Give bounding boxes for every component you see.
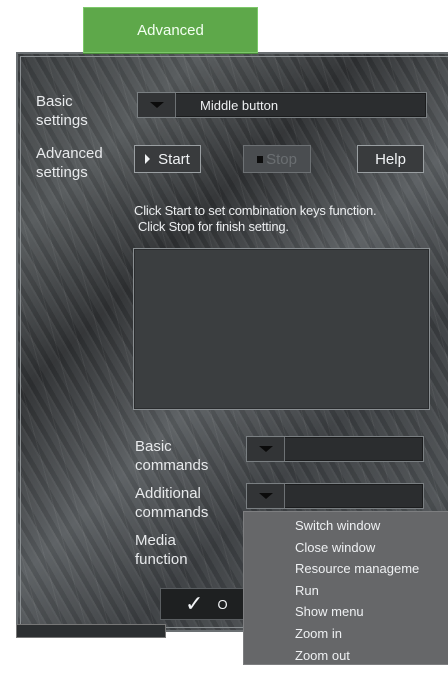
checkmark-icon: ✓ [185, 591, 204, 616]
menu-item-switch-window[interactable]: Switch window [244, 515, 448, 537]
stop-button[interactable]: Stop [243, 145, 311, 173]
chevron-down-icon [258, 446, 273, 452]
instructions-line-1: Click Start to set combination keys func… [134, 203, 377, 218]
additional-commands-dropdown[interactable] [246, 483, 424, 509]
play-icon [145, 154, 151, 164]
additional-commands-label: Additional commands [135, 485, 209, 521]
instructions-text: Click Start to set combination keys func… [134, 203, 444, 235]
menu-item-zoom-in[interactable]: Zoom in [244, 623, 448, 645]
settings-window: Advanced Basic settings Middle button Ad… [0, 0, 448, 673]
stop-icon [257, 155, 264, 163]
menu-item-show-menu[interactable]: Show menu [244, 601, 448, 623]
basic-commands-dropdown[interactable] [246, 436, 424, 462]
menu-item-close-window[interactable]: Close window [244, 537, 448, 559]
basic-settings-label: Basic settings [36, 93, 88, 129]
basic-commands-label: Basic commands [135, 438, 209, 474]
chevron-down-icon [258, 493, 273, 499]
start-button-label: Start [158, 150, 190, 168]
start-button[interactable]: Start [134, 145, 201, 173]
media-function-label: Media function [135, 532, 188, 568]
ok-button[interactable]: ✓ O [160, 588, 250, 620]
basic-settings-dropdown[interactable]: Middle button [137, 92, 427, 118]
tab-advanced[interactable]: Advanced [83, 7, 258, 53]
chevron-down-icon [149, 102, 164, 108]
menu-item-run[interactable]: Run [244, 580, 448, 602]
stop-button-label: Stop [266, 150, 297, 168]
menu-item-resource-management[interactable]: Resource manageme [244, 558, 448, 580]
advanced-settings-label: Advanced settings [36, 145, 103, 181]
combination-keys-textarea[interactable] [133, 248, 430, 410]
dropdown-arrow-button[interactable] [247, 484, 285, 508]
basic-settings-value: Middle button [200, 97, 279, 113]
ok-button-label: O [217, 596, 228, 612]
panel-bottom-edge [16, 624, 166, 638]
help-button[interactable]: Help [357, 145, 424, 173]
dropdown-arrow-button[interactable] [247, 437, 285, 461]
instructions-line-2: Click Stop for finish setting. [138, 219, 289, 234]
menu-item-zoom-out[interactable]: Zoom out [244, 645, 448, 667]
dropdown-arrow-button[interactable] [138, 93, 176, 117]
command-menu: Switch window Close window Resource mana… [243, 511, 448, 665]
